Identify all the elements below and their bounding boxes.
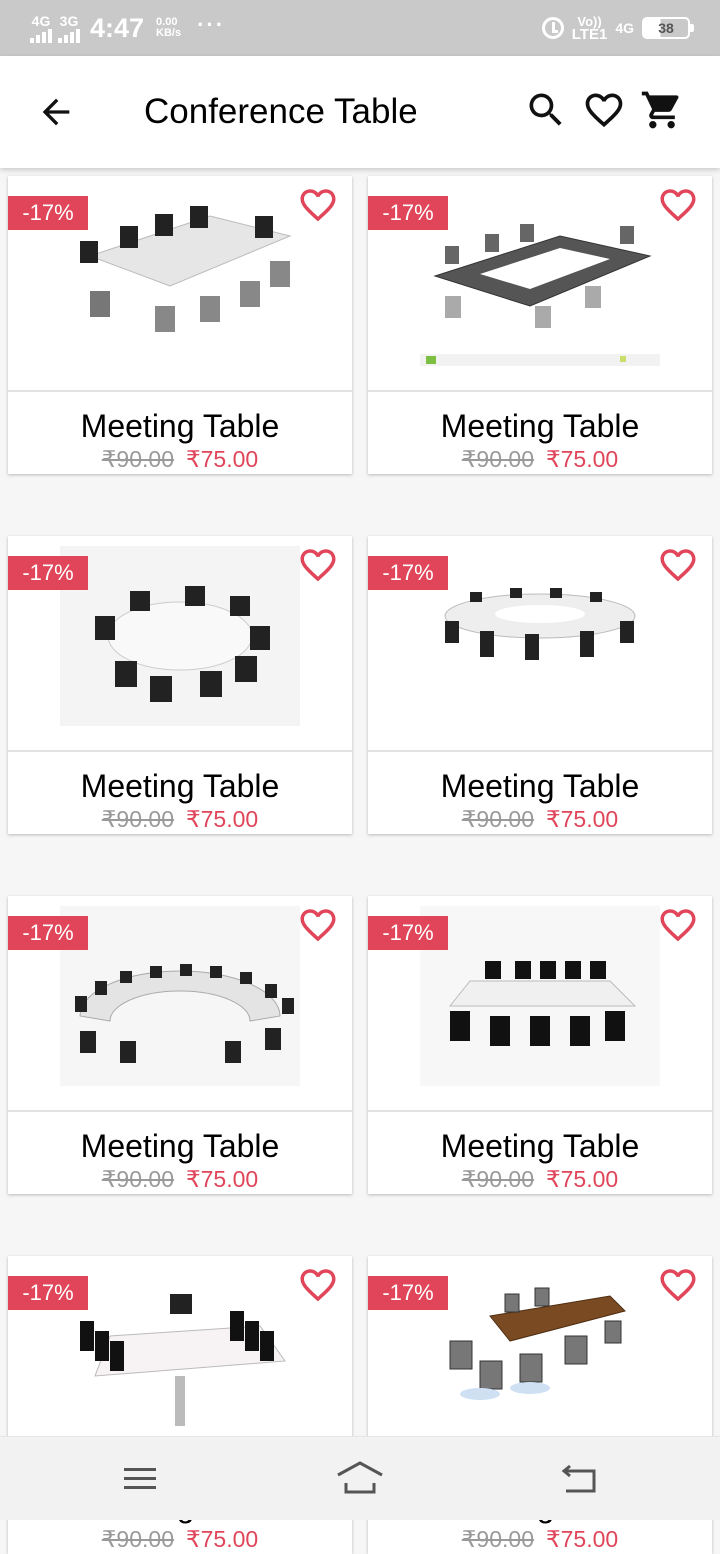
product-card[interactable]: -17% Meeting Table ₹90.00 ₹75.00: [368, 536, 712, 834]
original-price: ₹90.00: [461, 1526, 534, 1552]
back-icon[interactable]: [560, 1461, 600, 1497]
product-name: Meeting Table: [440, 1128, 640, 1164]
price-row: ₹90.00 ₹75.00: [8, 1164, 352, 1194]
original-price: ₹90.00: [461, 446, 534, 472]
sale-price: ₹75.00: [546, 446, 619, 472]
sale-price: ₹75.00: [186, 806, 259, 832]
price-row: ₹90.00 ₹75.00: [8, 804, 352, 834]
product-image-wooden-table: [420, 1266, 660, 1446]
original-price: ₹90.00: [101, 1526, 174, 1552]
favorite-heart-icon[interactable]: [656, 904, 700, 946]
battery-icon: 38: [642, 17, 694, 39]
status-bar: 4G 3G 4:47 0.00 KB/s ··· Vo)) LTE1 4G 38: [0, 0, 720, 56]
favorite-heart-icon[interactable]: [296, 904, 340, 946]
sale-price: ₹75.00: [186, 1526, 259, 1552]
product-card[interactable]: -17% Meeting Table ₹90.00 ₹75.00: [8, 896, 352, 1194]
favorite-heart-icon[interactable]: [656, 544, 700, 586]
original-price: ₹90.00: [461, 806, 534, 832]
system-nav-bar: [0, 1436, 720, 1520]
discount-badge: -17%: [8, 556, 88, 590]
discount-badge: -17%: [8, 1276, 88, 1310]
price-row: ₹90.00 ₹75.00: [8, 444, 352, 474]
discount-badge: -17%: [8, 916, 88, 950]
divider: [8, 390, 352, 392]
app-bar: Conference Table: [0, 56, 720, 168]
favorite-heart-icon[interactable]: [296, 184, 340, 226]
divider: [8, 750, 352, 752]
cart-icon[interactable]: [640, 88, 684, 132]
favorite-heart-icon[interactable]: [656, 1264, 700, 1306]
product-name: Meeting Table: [80, 768, 280, 804]
page-title: Conference Table: [144, 92, 416, 131]
product-image-rect-table: [60, 186, 300, 366]
discount-badge: -17%: [368, 556, 448, 590]
product-image-semicircle-table: [60, 906, 300, 1086]
product-card[interactable]: -17% Meeting Table ₹90.00 ₹75.00: [368, 896, 712, 1194]
heart-outline-icon[interactable]: [582, 88, 626, 132]
product-image-round-table: [60, 546, 300, 726]
sale-price: ₹75.00: [546, 1166, 619, 1192]
product-name: Meeting Table: [80, 1128, 280, 1164]
menu-icon[interactable]: [120, 1461, 160, 1497]
product-card[interactable]: -17% Meeting Table ₹90.00 ₹75.00: [368, 176, 712, 474]
signal-sim1: 4G: [30, 14, 52, 43]
more-notifications-icon: ···: [197, 12, 226, 37]
original-price: ₹90.00: [101, 1166, 174, 1192]
clock: 4:47: [90, 12, 145, 43]
product-card[interactable]: -17% Meeting Table ₹90.00 ₹75.00: [8, 536, 352, 834]
product-image-ring-table: [420, 546, 660, 726]
search-icon[interactable]: [524, 88, 568, 132]
discount-badge: -17%: [368, 1276, 448, 1310]
product-image-boardroom-table: [60, 1266, 300, 1446]
product-card[interactable]: -17% Meeting Table ₹90.00 ₹75.00: [8, 176, 352, 474]
original-price: ₹90.00: [101, 446, 174, 472]
price-row: ₹90.00 ₹75.00: [368, 1524, 712, 1554]
sale-price: ₹75.00: [546, 1526, 619, 1552]
product-image-white-table: [420, 906, 660, 1086]
back-arrow-icon[interactable]: [36, 92, 76, 132]
price-row: ₹90.00 ₹75.00: [368, 1164, 712, 1194]
signal-sim2: 3G: [58, 14, 80, 43]
product-name: Meeting Table: [80, 408, 280, 444]
divider: [368, 1110, 712, 1112]
favorite-heart-icon[interactable]: [296, 544, 340, 586]
favorite-heart-icon[interactable]: [296, 1264, 340, 1306]
network-speed: 0.00 KB/s: [156, 16, 182, 39]
sale-price: ₹75.00: [546, 806, 619, 832]
original-price: ₹90.00: [101, 806, 174, 832]
product-image-hollow-table: [420, 186, 660, 366]
sale-price: ₹75.00: [186, 1166, 259, 1192]
volte-indicator: Vo)) LTE1: [571, 14, 608, 43]
price-row: ₹90.00 ₹75.00: [368, 444, 712, 474]
original-price: ₹90.00: [461, 1166, 534, 1192]
divider: [368, 390, 712, 392]
product-name: Meeting Table: [440, 408, 640, 444]
divider: [8, 1110, 352, 1112]
price-row: ₹90.00 ₹75.00: [368, 804, 712, 834]
favorite-heart-icon[interactable]: [656, 184, 700, 226]
home-icon[interactable]: [336, 1461, 384, 1497]
sale-price: ₹75.00: [186, 446, 259, 472]
discount-badge: -17%: [368, 196, 448, 230]
alarm-icon: [541, 17, 564, 39]
price-row: ₹90.00 ₹75.00: [8, 1524, 352, 1554]
battery-level: 38: [658, 20, 674, 36]
divider: [368, 750, 712, 752]
discount-badge: -17%: [368, 916, 448, 950]
network-type: 4G: [615, 20, 634, 36]
product-name: Meeting Table: [440, 768, 640, 804]
discount-badge: -17%: [8, 196, 88, 230]
